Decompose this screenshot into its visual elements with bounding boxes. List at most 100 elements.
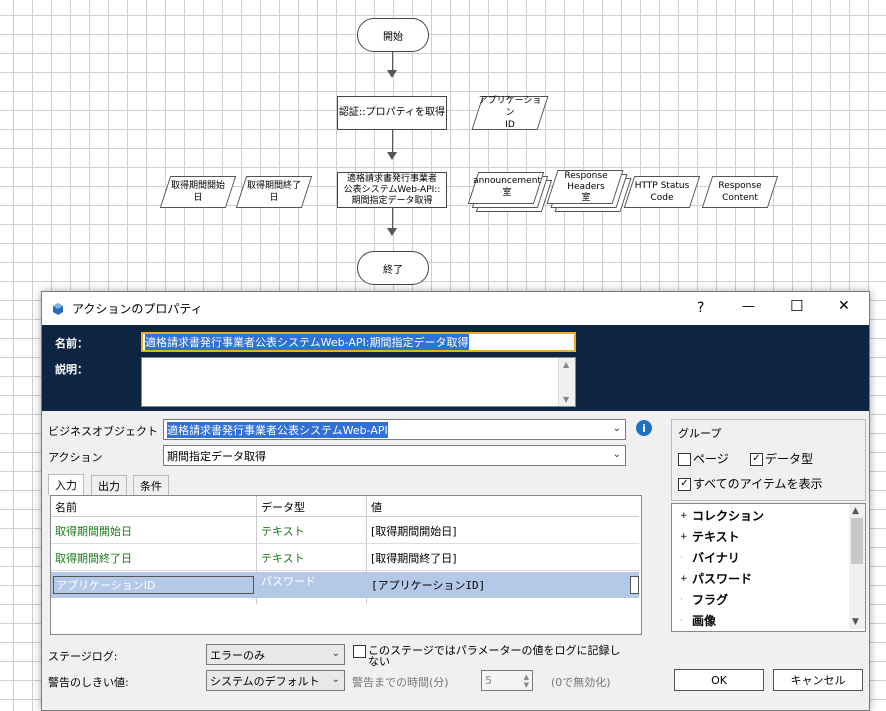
scroll-down-icon[interactable]: ▼ — [563, 395, 569, 404]
datatype-tree[interactable]: + コレクション + テキスト · バイナリ + パスワード · フラグ · 画像 ▲ ▼ — [671, 503, 866, 632]
checkbox-box — [353, 645, 366, 658]
column-header-type[interactable]: データ型 — [261, 498, 305, 516]
warning-time-value: 5 — [485, 674, 492, 687]
title-bar: アクションのプロパティ ? — ☐ ✕ — [42, 292, 869, 325]
tree-item[interactable]: + コレクション — [680, 507, 764, 524]
ok-button[interactable]: OK — [674, 669, 764, 691]
auth-get-properties-node[interactable]: 認証::プロパティを取得 — [337, 96, 447, 130]
scroll-up-icon[interactable]: ▲ — [852, 506, 859, 516]
tree-item[interactable]: · バイナリ — [680, 549, 740, 566]
row-value[interactable]: [取得期間終了日] — [371, 544, 457, 571]
end-node[interactable]: 終了 — [357, 251, 429, 285]
http-status-data-item[interactable]: HTTP Status Code — [623, 176, 701, 208]
datatype-checkbox-label: データ型 — [765, 452, 814, 466]
start-node[interactable]: 開始 — [357, 18, 429, 52]
warning-time-stepper[interactable]: 5 ▲ ▼ — [481, 670, 533, 691]
business-object-select[interactable]: 適格請求書発行事業者公表システムWeb-API ⌄ — [163, 419, 626, 440]
chevron-down-icon: ⌄ — [612, 423, 621, 434]
table-row[interactable]: 取得期間終了日 テキスト [取得期間終了日] — [51, 544, 639, 571]
stepper-arrows-icon[interactable]: ▲ ▼ — [524, 673, 529, 689]
warning-threshold-select[interactable]: システムのデフォルト ⌄ — [206, 670, 345, 691]
value-browse-button[interactable] — [630, 576, 639, 594]
tree-item[interactable]: + テキスト — [680, 528, 740, 545]
tree-branch-line: · — [680, 615, 683, 626]
row-type-text: パスワード — [261, 575, 316, 588]
name-input-value: 適格請求書発行事業者公表システムWeb-API:期間指定データ取得 — [145, 334, 469, 350]
maximize-button[interactable]: ☐ — [790, 297, 803, 315]
tree-item-label: 画像 — [692, 614, 717, 628]
scroll-down-icon[interactable]: ▼ — [852, 617, 859, 627]
tree-item[interactable]: · フラグ — [680, 591, 728, 608]
checkmark-icon: ✓ — [750, 453, 763, 466]
show-all-checkbox[interactable]: ✓ すべてのアイテムを表示 — [678, 475, 822, 492]
period-end-data-item[interactable]: 取得期間終了 日 — [235, 176, 313, 208]
minimize-button[interactable]: — — [742, 299, 755, 314]
auth-label: 認証::プロパティを取得 — [338, 107, 446, 118]
tab-condition[interactable]: 条件 — [133, 475, 169, 495]
name-input[interactable]: 適格請求書発行事業者公表システムWeb-API:期間指定データ取得 — [141, 332, 576, 352]
info-icon[interactable]: i — [636, 420, 652, 436]
no-log-checkbox-label: このステージではパラメーターの値をログに記録しない — [368, 644, 621, 668]
announcement-collection[interactable]: announcement 室 — [467, 172, 553, 212]
description-textarea[interactable]: ▲ ▼ — [141, 357, 576, 407]
start-label: 開始 — [383, 31, 403, 43]
row-type: テキスト — [261, 517, 305, 544]
action-select[interactable]: 期間指定データ取得 ⌄ — [163, 445, 626, 466]
warning-threshold-value: システムのデフォルト — [210, 674, 320, 688]
close-button[interactable]: ✕ — [838, 298, 850, 314]
tree-branch-line: · — [680, 594, 683, 605]
scroll-up-icon[interactable]: ▲ — [563, 360, 569, 369]
period-start-label: 取得期間開始 日 — [170, 181, 225, 203]
expand-icon[interactable]: + — [680, 532, 692, 542]
tree-scrollbar[interactable]: ▲ ▼ — [849, 504, 865, 629]
app-id-data-item[interactable]: アプリケーション ID — [471, 96, 549, 130]
scroll-thumb[interactable] — [851, 518, 863, 564]
tree-item-label: パスワード — [692, 572, 753, 586]
expand-icon[interactable]: + — [680, 511, 692, 521]
datatype-checkbox[interactable]: ✓ データ型 — [750, 450, 813, 467]
row-name: 取得期間開始日 — [55, 517, 132, 544]
row-type-text: テキスト — [261, 524, 305, 538]
arrow-head — [387, 228, 397, 236]
row-value[interactable]: [取得期間開始日] — [371, 517, 457, 544]
response-headers-text: Response Headers 室 — [552, 170, 620, 204]
row-name-editor[interactable]: アプリケーションID — [53, 576, 254, 594]
row-name-text: 取得期間開始日 — [55, 524, 132, 538]
response-content-data-item[interactable]: Response Content — [701, 176, 779, 208]
stage-log-select[interactable]: エラーのみ ⌄ — [206, 644, 345, 665]
app-icon — [52, 302, 64, 315]
row-type: パスワード — [261, 572, 316, 590]
period-start-data-item[interactable]: 取得期間開始 日 — [159, 176, 237, 208]
row-value-text: [取得期間終了日] — [371, 551, 457, 565]
tree-item[interactable]: · 画像 — [680, 612, 716, 629]
period-data-action-node[interactable]: 適格請求書発行事業者 公表システムWeb-API:: 期間指定データ取得 — [337, 172, 447, 208]
tab-output-label: 出力 — [98, 479, 120, 493]
tab-output[interactable]: 出力 — [91, 475, 127, 495]
row-value[interactable]: [アプリケーションID] — [371, 572, 485, 598]
no-log-checkbox[interactable]: このステージではパラメーターの値をログに記録しない — [353, 645, 623, 667]
announcement-label: announcement 室 — [473, 176, 541, 198]
name-label: 名前： — [55, 337, 88, 350]
warning-threshold-label: 警告のしきい値: — [48, 676, 129, 689]
disable-note: (0で無効化) — [551, 676, 611, 689]
period-end-label: 取得期間終了 日 — [246, 181, 301, 203]
help-button[interactable]: ? — [697, 300, 704, 316]
chevron-down-icon: ⌄ — [331, 648, 340, 659]
http-status-label: HTTP Status Code — [634, 181, 690, 203]
connector — [392, 208, 393, 230]
column-header-value[interactable]: 値 — [371, 498, 382, 516]
tab-condition-label: 条件 — [140, 479, 162, 493]
page-checkbox-label: ページ — [693, 452, 729, 466]
textarea-scrollbar[interactable]: ▲ ▼ — [558, 358, 575, 406]
page-checkbox[interactable]: ページ — [678, 450, 729, 467]
cancel-button[interactable]: キャンセル — [773, 669, 863, 691]
app-id-label: アプリケーション ID — [478, 96, 542, 130]
column-header-name[interactable]: 名前 — [55, 498, 77, 516]
table-row-selected[interactable]: アプリケーションID パスワード [アプリケーションID] — [51, 572, 639, 598]
table-row[interactable]: 取得期間開始日 テキスト [取得期間開始日] — [51, 517, 639, 544]
response-headers-collection[interactable]: Response Headers 室 — [546, 170, 632, 212]
dialog-title: アクションのプロパティ — [72, 302, 203, 316]
expand-icon[interactable]: + — [680, 574, 692, 584]
tab-input[interactable]: 入力 — [48, 474, 84, 495]
tree-item[interactable]: + パスワード — [680, 570, 752, 587]
